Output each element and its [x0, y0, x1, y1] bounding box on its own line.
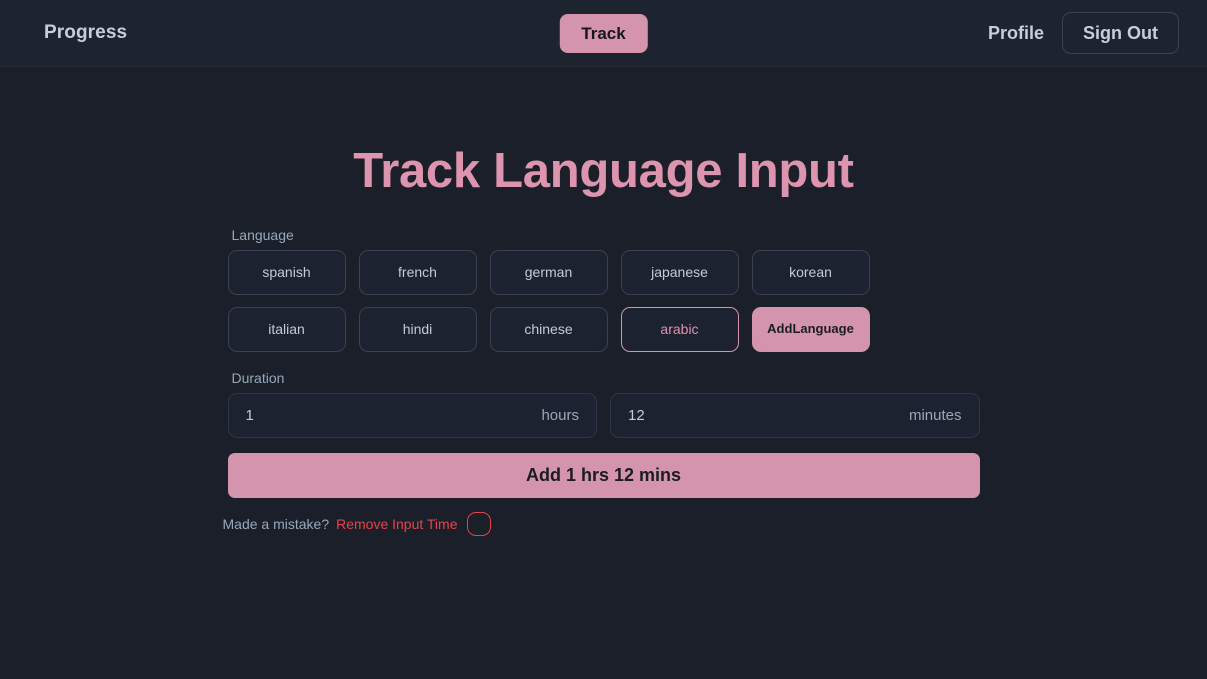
duration-field-label: Duration: [231, 370, 285, 386]
language-chip-italian[interactable]: italian: [227, 307, 346, 352]
add-language-line1: Add: [767, 321, 793, 337]
remove-input-row: Made a mistake? Remove Input Time: [223, 512, 980, 536]
add-time-submit-button[interactable]: Add 1 hrs 12 mins: [227, 453, 980, 498]
nav-profile-link[interactable]: Profile: [988, 23, 1044, 44]
nav-track-button[interactable]: Track: [559, 13, 648, 53]
language-chip-german[interactable]: german: [489, 250, 608, 295]
hours-input[interactable]: 1 hours: [227, 393, 597, 438]
language-chip-spanish[interactable]: spanish: [227, 250, 346, 295]
duration-inputs-row: 1 hours 12 minutes: [227, 393, 980, 438]
remove-input-time-link[interactable]: Remove Input Time: [336, 516, 457, 532]
language-options-grid: spanish french german japanese korean it…: [227, 250, 980, 352]
nav-center-group: Track: [559, 13, 648, 53]
remove-input-time-circle-button[interactable]: [466, 512, 491, 536]
language-chip-french[interactable]: french: [358, 250, 477, 295]
add-language-button[interactable]: Add Language: [751, 307, 870, 352]
language-chip-hindi[interactable]: hindi: [358, 307, 477, 352]
language-chip-japanese[interactable]: japanese: [620, 250, 739, 295]
minutes-input[interactable]: 12 minutes: [610, 393, 980, 438]
track-input-form: Language spanish french german japanese …: [223, 199, 980, 536]
hours-unit-label: hours: [541, 407, 579, 424]
minutes-input-value: 12: [628, 407, 645, 424]
top-navigation-bar: Progress Track Profile Sign Out: [0, 0, 1207, 67]
language-chip-chinese[interactable]: chinese: [489, 307, 608, 352]
mistake-question-text: Made a mistake?: [222, 516, 330, 532]
hours-input-value: 1: [245, 407, 254, 424]
minutes-unit-label: minutes: [908, 407, 962, 424]
add-language-line2: Language: [792, 321, 854, 337]
sign-out-button[interactable]: Sign Out: [1062, 12, 1179, 54]
language-field-label: Language: [231, 227, 294, 243]
nav-right-group: Profile Sign Out: [988, 12, 1179, 54]
language-chip-arabic[interactable]: arabic: [620, 307, 739, 352]
nav-brand-progress[interactable]: Progress: [44, 22, 127, 44]
main-content: Track Language Input Language spanish fr…: [0, 67, 1207, 679]
page-title: Track Language Input: [353, 144, 854, 198]
language-chip-korean[interactable]: korean: [751, 250, 870, 295]
